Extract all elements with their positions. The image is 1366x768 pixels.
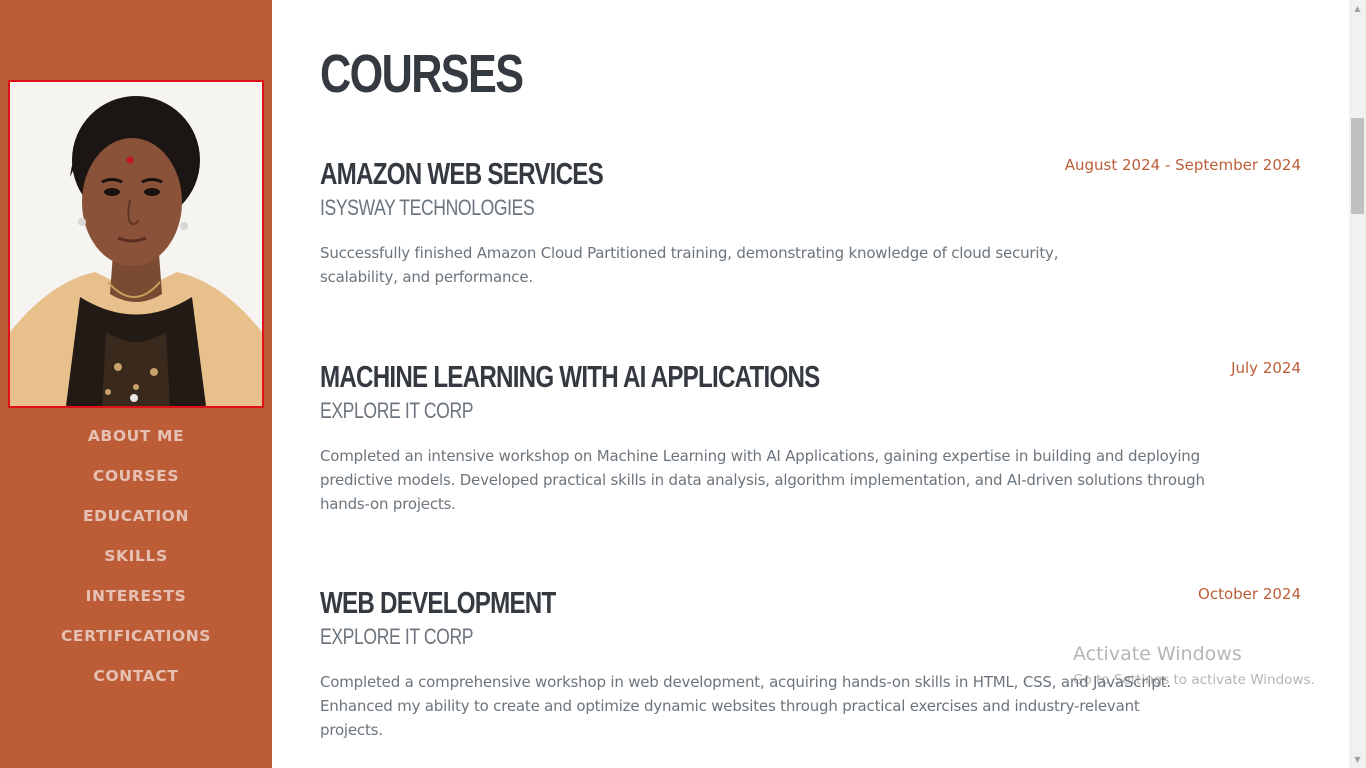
description-line: predictive models. Developed practical s… <box>320 471 1205 489</box>
nav-item-education[interactable]: EDUCATION <box>0 504 272 544</box>
course-date: October 2024 <box>1198 585 1301 603</box>
description-line: Successfully finished Amazon Cloud Parti… <box>320 244 1059 262</box>
course-item: October 2024 WEB DEVELOPMENT EXPLORE IT … <box>320 583 1301 742</box>
main-content: COURSES August 2024 - September 2024 AMA… <box>272 0 1349 768</box>
section-title: COURSES <box>320 44 524 104</box>
course-title: AMAZON WEB SERVICES <box>320 156 604 191</box>
side-nav: ABOUT ME COURSES EDUCATION SKILLS INTERE… <box>0 424 272 704</box>
description-line: scalability, and performance. <box>320 268 533 286</box>
description-line: hands-on projects. <box>320 495 456 513</box>
scroll-down-arrow-icon[interactable]: ▼ <box>1349 751 1366 768</box>
description-line: projects. <box>320 721 383 739</box>
course-title: MACHINE LEARNING WITH AI APPLICATIONS <box>320 359 820 394</box>
description-line: Completed a comprehensive workshop in we… <box>320 673 1171 691</box>
course-item: July 2024 MACHINE LEARNING WITH AI APPLI… <box>320 357 1301 516</box>
scrollbar-thumb[interactable] <box>1351 118 1364 214</box>
scroll-up-arrow-icon[interactable]: ▲ <box>1349 0 1366 17</box>
nav-item-contact[interactable]: CONTACT <box>0 664 272 704</box>
course-description: Completed an intensive workshop on Machi… <box>320 444 1301 516</box>
course-organization: ISYSWAY TECHNOLOGIES <box>320 195 535 220</box>
sidebar: ABOUT ME COURSES EDUCATION SKILLS INTERE… <box>0 0 272 768</box>
profile-photo <box>8 80 264 408</box>
nav-item-skills[interactable]: SKILLS <box>0 544 272 584</box>
course-title: WEB DEVELOPMENT <box>320 585 556 620</box>
nav-item-courses[interactable]: COURSES <box>0 464 272 504</box>
course-item: August 2024 - September 2024 AMAZON WEB … <box>320 154 1301 289</box>
course-description: Completed a comprehensive workshop in we… <box>320 670 1301 742</box>
course-date: August 2024 - September 2024 <box>1064 156 1301 174</box>
nav-item-interests[interactable]: INTERESTS <box>0 584 272 624</box>
nav-item-certifications[interactable]: CERTIFICATIONS <box>0 624 272 664</box>
course-organization: EXPLORE IT CORP <box>320 398 474 423</box>
course-organization: EXPLORE IT CORP <box>320 624 474 649</box>
vertical-scrollbar[interactable]: ▲ ▼ <box>1349 0 1366 768</box>
description-line: Enhanced my ability to create and optimi… <box>320 697 1140 715</box>
nav-item-about[interactable]: ABOUT ME <box>0 424 272 464</box>
course-date: July 2024 <box>1231 359 1301 377</box>
course-description: Successfully finished Amazon Cloud Parti… <box>320 241 1301 289</box>
description-line: Completed an intensive workshop on Machi… <box>320 447 1200 465</box>
